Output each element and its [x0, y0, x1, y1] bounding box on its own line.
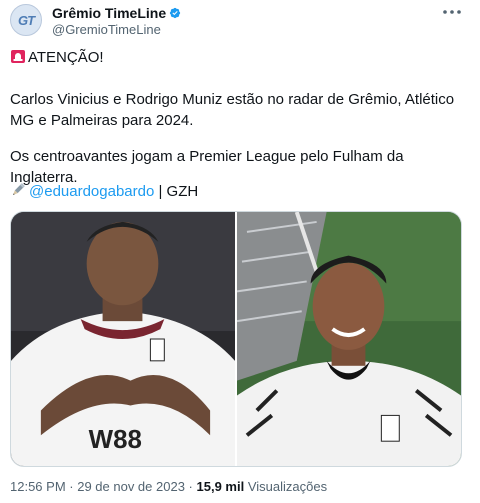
views-label: Visualizações: [244, 479, 328, 494]
pencil-icon: [13, 183, 25, 195]
author-name-line[interactable]: Grêmio TimeLine: [52, 5, 181, 21]
meta-separator: ·: [65, 479, 78, 494]
svg-text:W88: W88: [89, 426, 142, 454]
player-photo-left: W88: [11, 212, 235, 466]
photo-left[interactable]: W88: [11, 212, 235, 466]
alert-text: ATENÇÃO!: [28, 49, 104, 66]
tweet-line-alert: ATENÇÃO!: [10, 47, 470, 68]
display-name[interactable]: Grêmio TimeLine: [52, 5, 166, 21]
tweet-date[interactable]: 29 de nov de 2023: [77, 479, 185, 494]
photo-right[interactable]: [237, 212, 461, 466]
verified-icon: [169, 7, 181, 18]
media-grid: W88: [10, 211, 462, 467]
tweet-meta: 12:56 PM · 29 de nov de 2023 · 15,9 mil …: [10, 479, 327, 494]
player-photo-right: [237, 212, 461, 466]
meta-separator: ·: [184, 479, 197, 494]
tweet-line-2: Carlos Vinicius e Rodrigo Muniz estão no…: [10, 91, 455, 129]
tweet-credit-line: @eduardogabardo | GZH: [10, 181, 470, 202]
tweet-time[interactable]: 12:56 PM: [10, 479, 66, 494]
views-count: 15,9 mil: [196, 479, 245, 494]
avatar-logo-text: GT: [17, 12, 35, 28]
avatar[interactable]: GT: [10, 4, 42, 36]
source-text: | GZH: [154, 183, 199, 200]
siren-icon: [11, 50, 25, 63]
mention-link[interactable]: @eduardogabardo: [29, 183, 154, 200]
author-handle[interactable]: @GremioTimeLine: [52, 22, 161, 37]
more-icon[interactable]: [442, 6, 462, 18]
